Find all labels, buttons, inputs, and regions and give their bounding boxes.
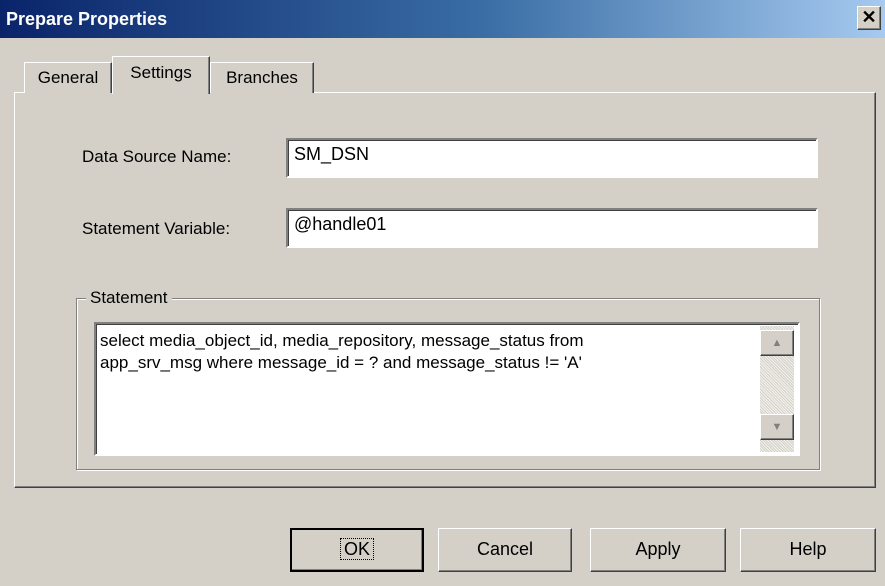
statement-variable-input[interactable]: @handle01 — [286, 208, 818, 248]
scroll-down-button[interactable]: ▼ — [760, 414, 794, 440]
statement-group-label: Statement — [86, 288, 172, 308]
window-title: Prepare Properties — [6, 9, 168, 29]
statement-scrollbar[interactable]: ▲ ▼ — [760, 326, 794, 452]
apply-button[interactable]: Apply — [590, 528, 726, 572]
help-button[interactable]: Help — [740, 528, 876, 572]
ok-button[interactable]: OK — [290, 528, 424, 572]
title-bar: Prepare Properties ✕ — [0, 0, 885, 38]
close-button[interactable]: ✕ — [857, 6, 881, 30]
statement-variable-label: Statement Variable: — [82, 219, 231, 238]
scroll-up-button[interactable]: ▲ — [760, 330, 794, 356]
arrow-down-icon: ▼ — [771, 421, 783, 433]
close-icon: ✕ — [861, 7, 877, 27]
ok-button-label: OK — [339, 538, 375, 560]
tab-settings[interactable]: Settings — [112, 56, 210, 94]
statement-textarea[interactable]: select media_object_id, media_repository… — [94, 322, 800, 456]
statement-text: select media_object_id, media_repository… — [100, 331, 584, 372]
dsn-input[interactable]: SM_DSN — [286, 138, 818, 178]
dsn-label: Data Source Name: — [82, 147, 232, 166]
tab-branches[interactable]: Branches — [210, 62, 314, 93]
cancel-button[interactable]: Cancel — [438, 528, 572, 572]
arrow-up-icon: ▲ — [771, 337, 783, 349]
tab-general[interactable]: General — [24, 62, 112, 93]
